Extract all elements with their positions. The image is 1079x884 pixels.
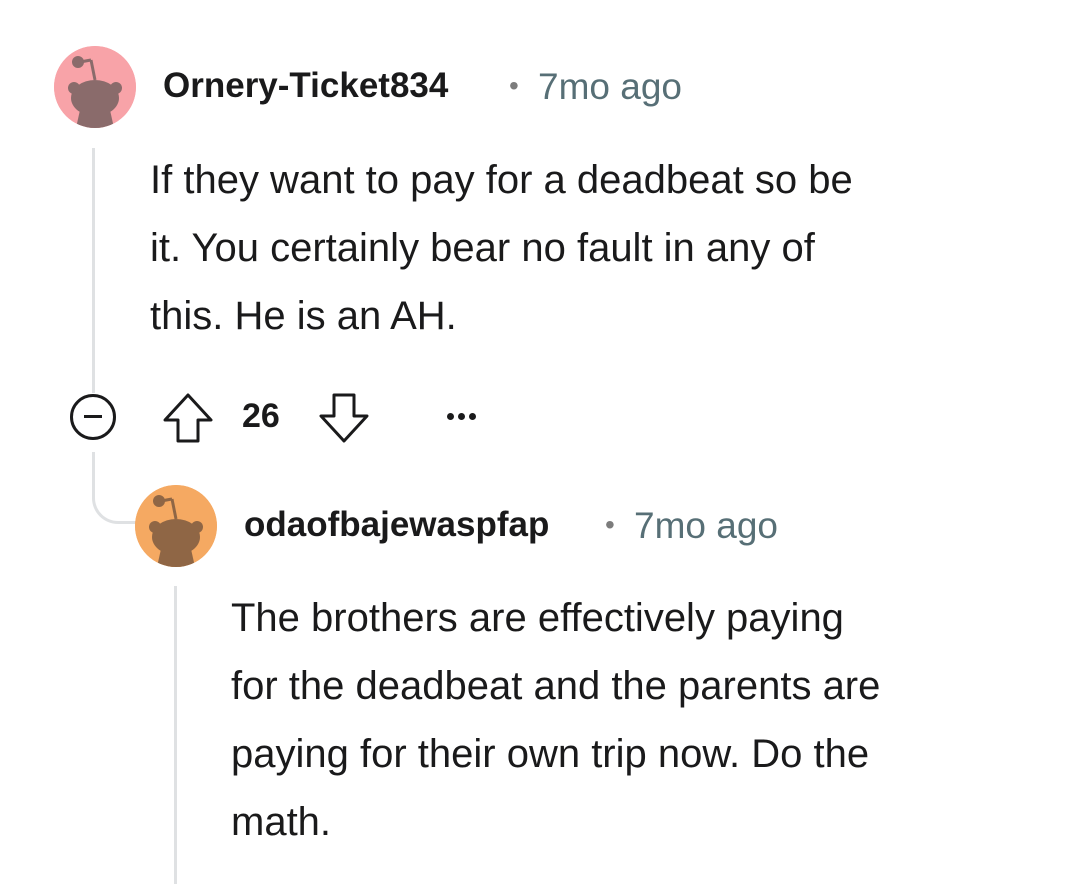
comment-line: The brothers are effectively paying [231,596,844,640]
comment-author[interactable]: Ornery-Ticket834 [163,66,448,106]
downvote-button[interactable] [316,390,372,451]
collapse-thread-button[interactable] [70,394,116,440]
avatar[interactable] [135,485,217,567]
comment-line: If they want to pay for a deadbeat so be [150,158,853,202]
ellipsis-icon [469,413,476,420]
meta-separator: • [509,70,519,101]
more-options-button[interactable] [447,413,476,420]
ellipsis-icon [447,413,454,420]
ellipsis-icon [458,413,465,420]
upvote-button[interactable] [160,390,216,451]
comment-line: it. You certainly bear no fault in any o… [150,226,815,270]
comment-line: for the deadbeat and the parents are [231,664,881,708]
comment-line: paying for their own trip now. Do the [231,732,870,776]
vote-count: 26 [242,397,280,435]
meta-separator: • [605,509,615,540]
thread-line-top [92,148,95,393]
comment-timestamp: 7mo ago [634,505,778,546]
comment-author[interactable]: odaofbajewaspfap [244,505,549,545]
arrow-down-icon [319,393,369,443]
thread-elbow [92,452,138,524]
snoo-avatar-icon [135,485,217,567]
snoo-avatar-icon [54,46,136,128]
arrow-up-icon [163,393,213,443]
comment-line: math. [231,800,332,844]
comment-line: this. He is an AH. [150,294,457,338]
comment-timestamp: 7mo ago [538,66,682,107]
avatar[interactable] [54,46,136,128]
comment-body: If they want to pay for a deadbeat so be… [150,146,853,350]
thread-line-reply [174,586,177,884]
comment-body: The brothers are effectively paying for … [231,584,880,856]
